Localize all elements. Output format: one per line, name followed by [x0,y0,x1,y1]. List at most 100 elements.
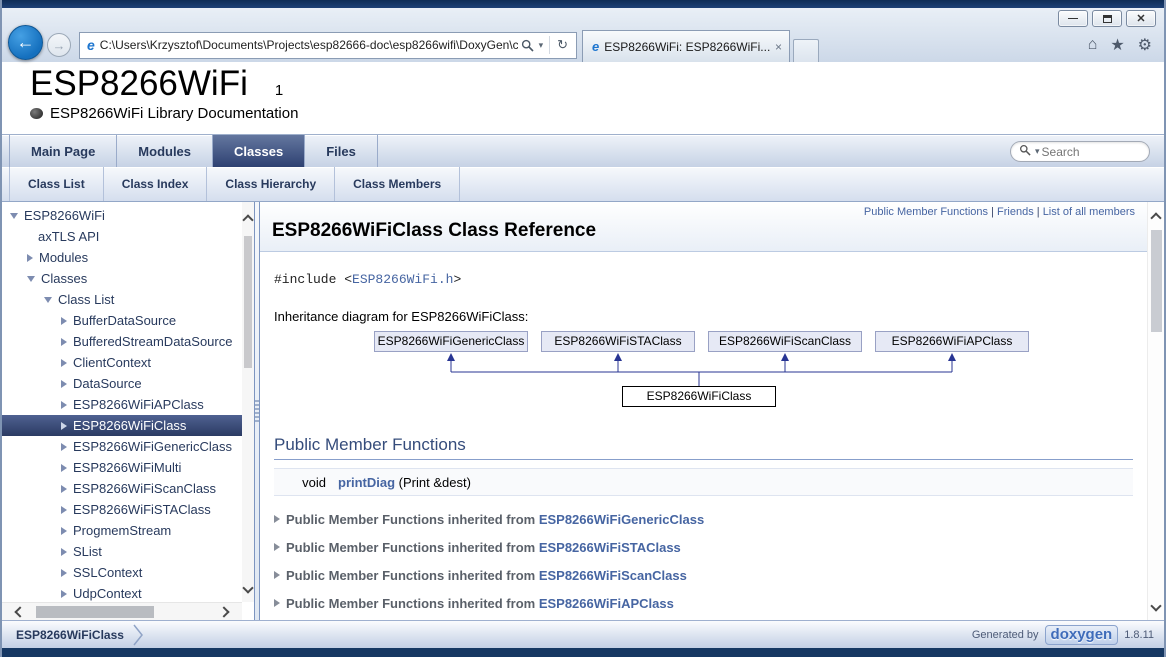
diagram-node-esp8266wificlass[interactable]: ESP8266WiFiClass [622,386,776,407]
content-vertical-scrollbar[interactable] [1147,202,1164,620]
tree-expand-icon[interactable] [61,485,67,493]
refresh-icon[interactable]: ↻ [557,37,568,53]
tree-item-class-list[interactable]: Class List [2,289,242,310]
favorites-star-icon[interactable]: ★ [1110,35,1124,55]
scroll-down-icon[interactable] [242,582,253,593]
tree-item-bufferedstreamdatasource[interactable]: BufferedStreamDataSource [2,331,242,352]
class-link-esp8266wifiapclass[interactable]: ESP8266WiFiAPClass [539,596,674,611]
tree-item-esp8266wifigenericclass[interactable]: ESP8266WiFiGenericClass [2,436,242,457]
summary-link-public-member-functions[interactable]: Public Member Functions [864,206,988,218]
summary-link-list-of-all-members[interactable]: List of all members [1043,206,1135,218]
tree-expand-icon[interactable] [61,527,67,535]
home-icon[interactable]: ⌂ [1088,36,1098,54]
inherited-section-header[interactable]: Public Member Functions inherited from E… [274,538,1133,556]
doxygen-logo[interactable]: doxygen [1045,625,1119,645]
search-box[interactable]: ▾ [1010,141,1150,162]
tree-item-sslcontext[interactable]: SSLContext [2,562,242,583]
address-dropdown-icon[interactable]: ▾ [539,40,544,51]
browser-tab[interactable]: e ESP8266WiFi: ESP8266WiFi... × [582,30,790,62]
tree-collapse-icon[interactable] [10,213,18,219]
page-title: ESP8266WiFiClass Class Reference [272,220,1135,242]
search-filter-caret-icon[interactable]: ▾ [1035,146,1040,157]
tree-collapse-icon[interactable] [27,276,35,282]
search-input[interactable] [1042,145,1145,159]
scroll-left-icon[interactable] [14,606,25,617]
scrollbar-thumb[interactable] [244,236,252,368]
close-button[interactable]: ✕ [1126,10,1156,27]
member-row: voidprintDiag (Print &dest) [274,472,1133,492]
include-file-link[interactable]: ESP8266WiFi.h [352,272,453,287]
tree-expand-icon[interactable] [61,464,67,472]
forward-button[interactable]: → [47,33,71,57]
search-icon[interactable] [521,39,534,52]
inherited-section-header[interactable]: Public Member Functions inherited from E… [274,566,1133,584]
window-bottom-border [2,648,1164,657]
tree-expand-icon[interactable] [27,254,33,262]
settings-gear-icon[interactable]: ⚙ [1138,35,1152,55]
tree-expand-icon[interactable] [61,359,67,367]
address-bar[interactable]: e ▾ ↻ [79,32,577,59]
scroll-down-icon[interactable] [1150,600,1161,611]
class-link-esp8266wifiscanclass[interactable]: ESP8266WiFiScanClass [539,568,687,583]
tab-class-index[interactable]: Class Index [104,167,208,201]
diagram-node-esp8266wifiapclass[interactable]: ESP8266WiFiAPClass [875,331,1029,352]
tree-item-esp8266wifimulti[interactable]: ESP8266WiFiMulti [2,457,242,478]
minimize-button[interactable]: — [1058,10,1088,27]
scroll-up-icon[interactable] [242,214,253,225]
scroll-right-icon[interactable] [218,606,229,617]
tree-expand-icon[interactable] [61,422,67,430]
scrollbar-thumb[interactable] [36,606,154,618]
tree-item-axtls-api[interactable]: axTLS API [2,226,242,247]
class-link-esp8266wifigenericclass[interactable]: ESP8266WiFiGenericClass [539,512,704,527]
tree-item-esp8266wifistaclass[interactable]: ESP8266WiFiSTAClass [2,499,242,520]
scrollbar-thumb[interactable] [1151,230,1162,332]
tree-expand-icon[interactable] [61,401,67,409]
tree-expand-icon[interactable] [61,338,67,346]
tab-classes[interactable]: Classes [213,135,305,167]
tab-class-members[interactable]: Class Members [335,167,460,201]
tab-class-list[interactable]: Class List [9,167,104,201]
tree-collapse-icon[interactable] [44,297,52,303]
tree-expand-icon[interactable] [61,443,67,451]
inherited-section-header[interactable]: Public Member Functions inherited from E… [274,510,1133,528]
tree-item-esp8266wificlass[interactable]: ESP8266WiFiClass [2,415,242,436]
tab-files[interactable]: Files [305,135,378,167]
inherited-section-header[interactable]: Public Member Functions inherited from E… [274,594,1133,612]
tree-item-esp8266wifiapclass[interactable]: ESP8266WiFiAPClass [2,394,242,415]
tab-modules[interactable]: Modules [117,135,213,167]
tree-expand-icon[interactable] [61,548,67,556]
tree-expand-icon[interactable] [61,506,67,514]
tree-expand-icon[interactable] [61,590,67,598]
tree-item-bufferdatasource[interactable]: BufferDataSource [2,310,242,331]
tree-item-udpcontext[interactable]: UdpContext [2,583,242,602]
tree-item-clientcontext[interactable]: ClientContext [2,352,242,373]
scroll-up-icon[interactable] [1150,212,1161,223]
tree-item-datasource[interactable]: DataSource [2,373,242,394]
summary-link-friends[interactable]: Friends [997,206,1034,218]
tree-expand-icon[interactable] [61,380,67,388]
tab-class-hierarchy[interactable]: Class Hierarchy [207,167,335,201]
tree-item-esp8266wifi[interactable]: ESP8266WiFi [2,205,242,226]
member-link[interactable]: printDiag [338,475,395,490]
new-tab-stub[interactable] [793,39,819,62]
tab-main-page[interactable]: Main Page [9,135,117,167]
tree-item-esp8266wifiscanclass[interactable]: ESP8266WiFiScanClass [2,478,242,499]
tree-item-classes[interactable]: Classes [2,268,242,289]
footer-navpath: ESP8266WiFiClass Generated by doxygen 1.… [2,620,1164,648]
tab-close-icon[interactable]: × [775,40,782,54]
diagram-node-esp8266wifigenericclass[interactable]: ESP8266WiFiGenericClass [374,331,528,352]
tree-item-progmemstream[interactable]: ProgmemStream [2,520,242,541]
breadcrumb-item[interactable]: ESP8266WiFiClass [16,628,124,642]
tree-item-slist[interactable]: SList [2,541,242,562]
tree-expand-icon[interactable] [61,317,67,325]
diagram-node-esp8266wifistaclass[interactable]: ESP8266WiFiSTAClass [541,331,695,352]
class-link-esp8266wifistaclass[interactable]: ESP8266WiFiSTAClass [539,540,681,555]
sidebar-vertical-scrollbar[interactable] [242,202,254,602]
address-input[interactable] [100,38,518,52]
tree-item-modules[interactable]: Modules [2,247,242,268]
sidebar-horizontal-scrollbar[interactable] [2,602,242,620]
tree-expand-icon[interactable] [61,569,67,577]
maximize-button[interactable] [1092,10,1122,27]
diagram-node-esp8266wifiscanclass[interactable]: ESP8266WiFiScanClass [708,331,862,352]
back-button[interactable]: ← [8,25,43,60]
